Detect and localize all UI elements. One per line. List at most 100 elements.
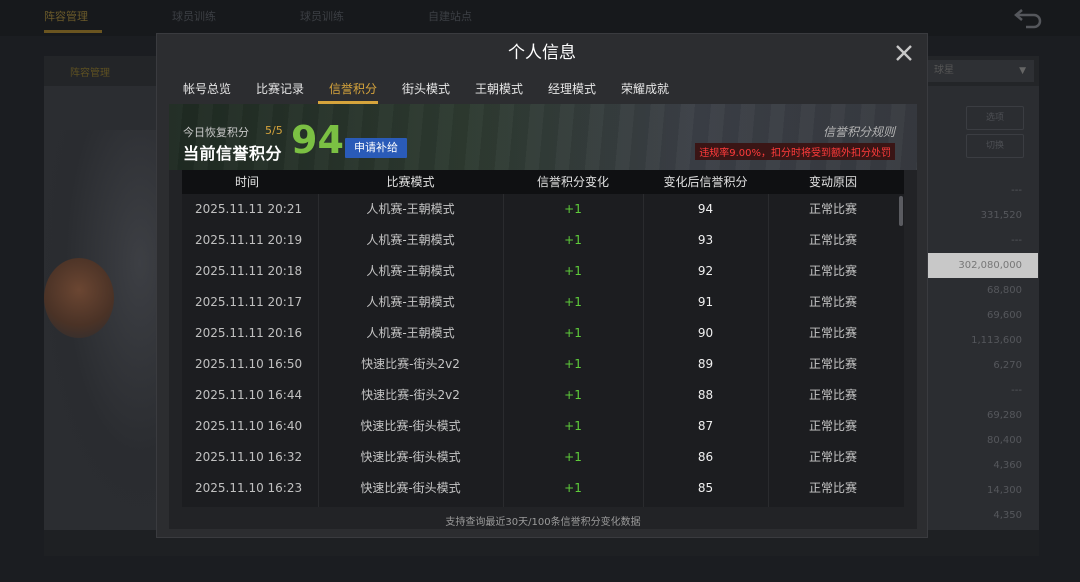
cell-after: 90 xyxy=(697,326,714,340)
cell-time: 2025.11.10 16:44 xyxy=(195,388,303,402)
credit-summary-banner: 今日恢复积分 5/5 当前信誉积分 94 申请补给 信誉积分规则 违规率9.00… xyxy=(169,104,917,170)
cell-mode: 快速比赛-街头模式 xyxy=(360,450,461,464)
bg-dropdown-value: 球星 xyxy=(934,65,954,76)
cell-mode: 人机赛-王朝模式 xyxy=(366,264,455,278)
bg-tab: 球员训练 xyxy=(300,10,344,23)
cell-mode: 人机赛-王朝模式 xyxy=(366,295,455,309)
table-row: 2025.11.10 16:40 快速比赛-街头模式 +1 87 正常比赛 xyxy=(182,411,904,442)
cell-after: 91 xyxy=(697,295,714,309)
cell-time: 2025.11.10 16:23 xyxy=(195,481,303,495)
tab-honor-achievements[interactable]: 荣耀成就 xyxy=(621,74,669,104)
bg-list-item: --- xyxy=(1011,235,1022,246)
bg-tab-underline xyxy=(44,30,102,33)
table-row: 2025.11.11 20:19 人机赛-王朝模式 +1 93 正常比赛 xyxy=(182,225,904,256)
basketball-image xyxy=(44,258,114,338)
table-body[interactable]: 2025.11.11 20:21 人机赛-王朝模式 +1 94 正常比赛 202… xyxy=(182,194,904,507)
cell-reason: 正常比赛 xyxy=(808,357,857,371)
tab-street-mode[interactable]: 街头模式 xyxy=(402,74,450,104)
daily-recover-count: 5/5 xyxy=(265,124,283,137)
table-row: 2025.11.10 16:32 快速比赛-街头模式 +1 86 正常比赛 xyxy=(182,442,904,473)
cell-mode: 快速比赛-街头2v2 xyxy=(361,388,460,402)
tab-account-overview[interactable]: 帐号总览 xyxy=(183,74,231,104)
cell-change: +1 xyxy=(564,326,582,340)
table-scrollbar[interactable] xyxy=(899,196,903,226)
cell-mode: 人机赛-王朝模式 xyxy=(366,202,455,216)
table-header: 时间 比赛模式 信誉积分变化 变化后信誉积分 变动原因 xyxy=(182,170,904,194)
cell-after: 94 xyxy=(697,202,714,216)
back-arrow-icon xyxy=(1014,9,1042,29)
table-row: 2025.11.11 20:17 人机赛-王朝模式 +1 91 正常比赛 xyxy=(182,287,904,318)
cell-time: 2025.11.10 16:50 xyxy=(195,357,303,371)
bg-tab: 阵容管理 xyxy=(44,10,88,23)
cell-after: 88 xyxy=(697,388,714,402)
cell-mode: 快速比赛-街头模式 xyxy=(360,481,461,495)
credit-score-panel: 今日恢复积分 5/5 当前信誉积分 94 申请补给 信誉积分规则 违规率9.00… xyxy=(169,104,917,529)
column-header-after: 变化后信誉积分 xyxy=(663,175,748,189)
cell-time: 2025.11.11 20:19 xyxy=(195,233,303,247)
dialog-title: 个人信息 xyxy=(508,43,576,63)
table-row: 2025.11.11 20:18 人机赛-王朝模式 +1 92 正常比赛 xyxy=(182,256,904,287)
bg-list-item: 6,270 xyxy=(993,360,1022,371)
bg-list-item: 4,350 xyxy=(993,510,1022,521)
bg-list-item: 69,600 xyxy=(987,310,1022,321)
credit-history-table: 时间 比赛模式 信誉积分变化 变化后信誉积分 变动原因 2025.11.11 2… xyxy=(182,170,904,507)
cell-reason: 正常比赛 xyxy=(808,264,857,278)
cell-change: +1 xyxy=(564,450,582,464)
bg-list-item: 68,800 xyxy=(987,285,1022,296)
cell-reason: 正常比赛 xyxy=(808,233,857,247)
tab-manager-mode[interactable]: 经理模式 xyxy=(548,74,596,104)
cell-time: 2025.11.10 16:40 xyxy=(195,419,303,433)
tab-match-records[interactable]: 比赛记录 xyxy=(256,74,304,104)
query-limit-note: 支持查询最近30天/100条信誉积分变化数据 xyxy=(445,517,641,528)
cell-time: 2025.11.11 20:16 xyxy=(195,326,303,340)
cell-change: +1 xyxy=(564,419,582,433)
cell-change: +1 xyxy=(564,295,582,309)
cell-reason: 正常比赛 xyxy=(808,295,857,309)
cell-change: +1 xyxy=(564,481,582,495)
cell-after: 86 xyxy=(697,450,714,464)
cell-after: 89 xyxy=(697,357,714,371)
bg-list-item: 331,520 xyxy=(980,210,1022,221)
table-row: 2025.11.10 16:23 快速比赛-街头模式 +1 85 正常比赛 xyxy=(182,473,904,504)
column-header-reason: 变动原因 xyxy=(808,175,857,189)
apply-supply-button[interactable]: 申请补给 xyxy=(345,138,407,158)
bg-list-item: 4,360 xyxy=(993,460,1022,471)
cell-change: +1 xyxy=(564,233,582,247)
bg-list-item: 302,080,000 xyxy=(928,253,1038,278)
cell-reason: 正常比赛 xyxy=(808,326,857,340)
cell-time: 2025.11.11 20:18 xyxy=(195,264,303,278)
cell-reason: 正常比赛 xyxy=(808,450,857,464)
tab-credit-score[interactable]: 信誉积分 xyxy=(329,74,377,104)
table-row: 2025.11.11 20:21 人机赛-王朝模式 +1 94 正常比赛 xyxy=(182,194,904,225)
personal-info-dialog: 个人信息 帐号总览 比赛记录 信誉积分 街头模式 王朝模式 经理模式 荣耀成就 … xyxy=(156,33,928,538)
cell-mode: 人机赛-王朝模式 xyxy=(366,233,455,247)
cell-change: +1 xyxy=(564,202,582,216)
cell-reason: 正常比赛 xyxy=(808,419,857,433)
close-icon[interactable] xyxy=(891,40,917,66)
cell-mode: 人机赛-王朝模式 xyxy=(366,326,455,340)
bg-button: 切换 xyxy=(966,134,1024,158)
bg-button: 选项 xyxy=(966,106,1024,130)
bg-list-item: --- xyxy=(1011,385,1022,396)
bg-list-item: --- xyxy=(1011,185,1022,196)
cell-reason: 正常比赛 xyxy=(808,481,857,495)
credit-rules-link[interactable]: 信誉积分规则 xyxy=(823,123,895,140)
current-credit-score: 94 xyxy=(291,118,344,162)
cell-mode: 快速比赛-街头2v2 xyxy=(361,357,460,371)
background-value-list: --- 331,520 --- 302,080,000 68,800 69,60… xyxy=(928,178,1038,528)
column-header-time: 时间 xyxy=(234,175,259,189)
bg-tab: 自建站点 xyxy=(428,10,472,23)
cell-reason: 正常比赛 xyxy=(808,388,857,402)
cell-mode: 快速比赛-街头模式 xyxy=(360,419,461,433)
background-top-bar: 阵容管理 球员训练 球员训练 自建站点 xyxy=(0,0,1080,36)
bg-tab: 球员训练 xyxy=(172,10,216,23)
tab-dynasty-mode[interactable]: 王朝模式 xyxy=(475,74,523,104)
bg-list-item: 69,280 xyxy=(987,410,1022,421)
cell-change: +1 xyxy=(564,264,582,278)
cell-after: 93 xyxy=(697,233,714,247)
cell-change: +1 xyxy=(564,357,582,371)
column-header-mode: 比赛模式 xyxy=(386,175,435,189)
current-credit-label: 当前信誉积分 xyxy=(183,144,283,163)
table-row: 2025.11.11 20:16 人机赛-王朝模式 +1 90 正常比赛 xyxy=(182,318,904,349)
violation-rate-note: 违规率9.00%，扣分时将受到额外扣分处罚 xyxy=(695,143,895,160)
